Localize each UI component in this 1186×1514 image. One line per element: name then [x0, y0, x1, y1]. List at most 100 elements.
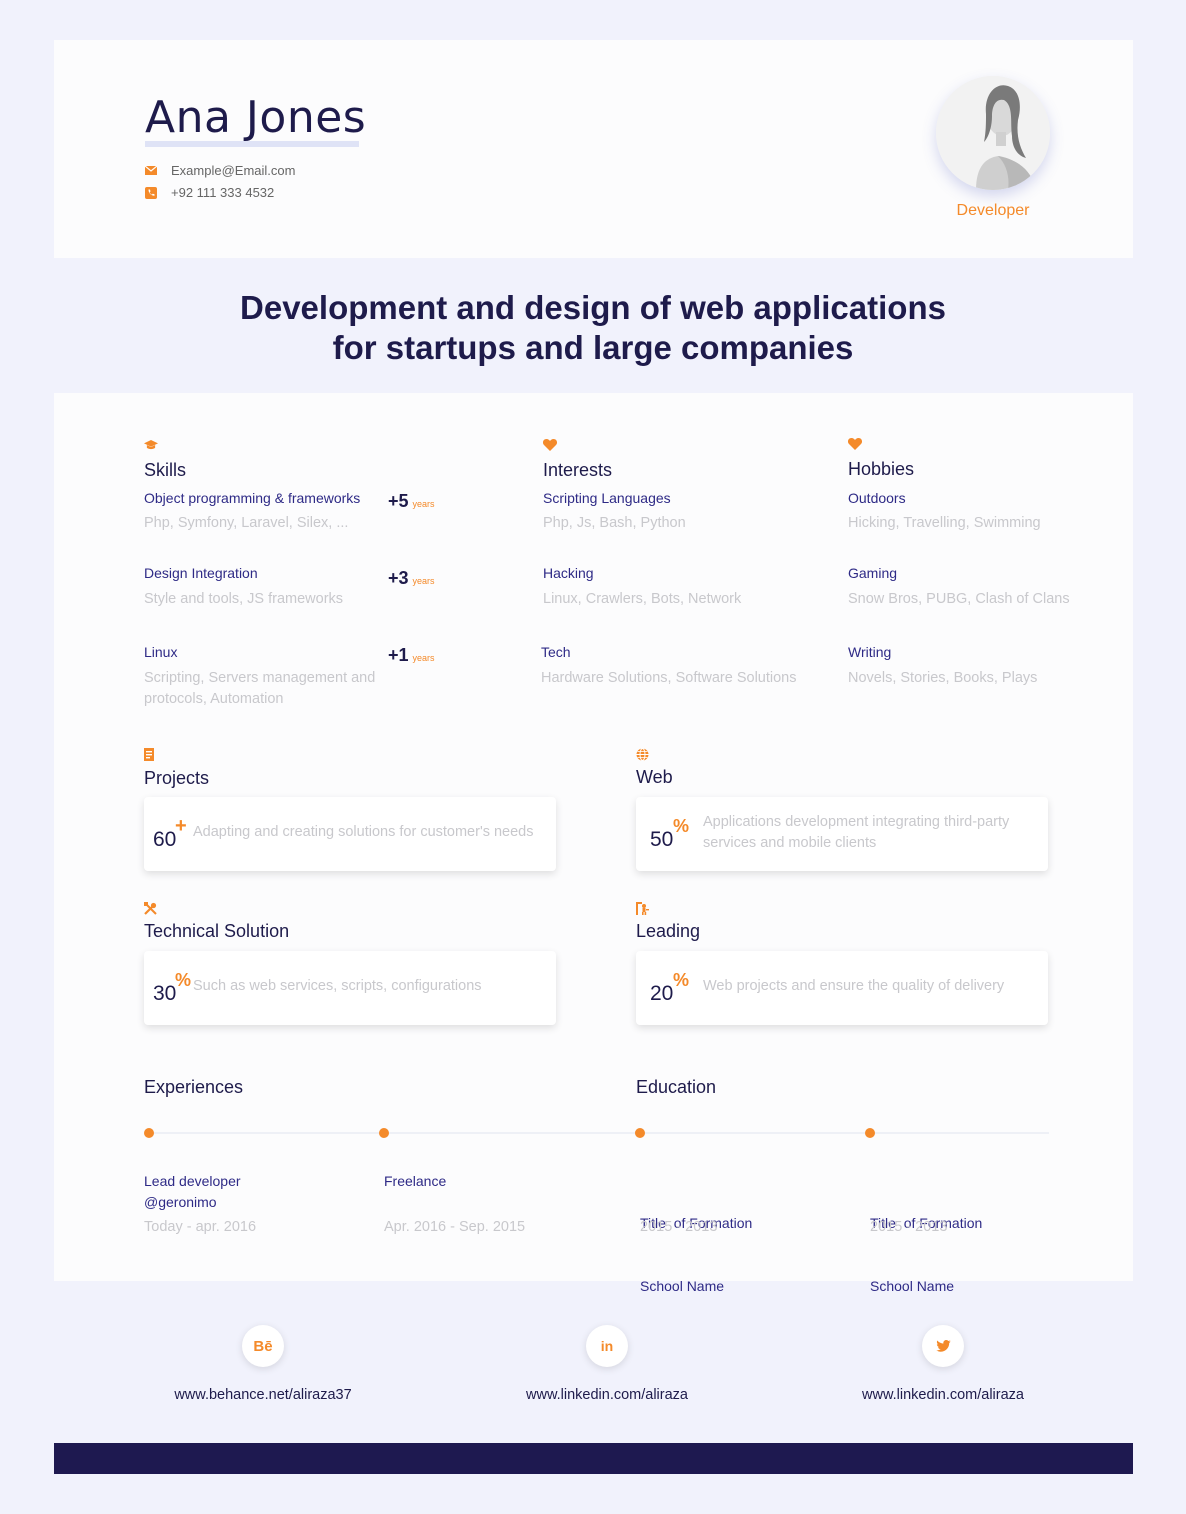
stat-text: Adapting and creating solutions for cust…: [193, 824, 534, 840]
experience-date: Apr. 2016 - Sep. 2015: [384, 1219, 526, 1235]
interest-desc: Linux, Crawlers, Bots, Network: [543, 591, 742, 607]
heart-icon: [847, 438, 863, 450]
email-row: Example@Email.com: [145, 163, 295, 178]
stat-symbol: %: [673, 970, 690, 990]
interest-desc: Hardware Solutions, Software Solutions: [541, 670, 797, 686]
stat-value: 50: [650, 828, 674, 851]
years-value: +3: [388, 568, 409, 588]
timeline-dot: [865, 1128, 875, 1138]
leader-icon: [636, 902, 649, 915]
tagline-line-1: Development and design of web applicatio…: [240, 289, 946, 326]
stat-symbol: +: [175, 815, 187, 837]
tagline: Development and design of web applicatio…: [0, 288, 1186, 368]
avatar: [936, 76, 1050, 190]
linkedin-link[interactable]: www.linkedin.com/aliraza: [477, 1387, 737, 1403]
document-icon: [144, 748, 154, 761]
hobby-title: Outdoors: [848, 490, 906, 506]
graduation-cap-icon: [144, 440, 158, 450]
skill-years: +5 years: [388, 491, 435, 512]
interest-title: Scripting Languages: [543, 490, 671, 506]
stat-symbol: %: [175, 970, 192, 990]
skills-title: Skills: [144, 460, 187, 480]
twitter-link[interactable]: www.linkedin.com/aliraza: [813, 1387, 1073, 1403]
hobby-desc: Novels, Stories, Books, Plays: [848, 670, 1038, 686]
experience-date: Today - apr. 2016: [144, 1219, 257, 1235]
hobbies-title: Hobbies: [848, 459, 915, 479]
timeline-dot: [379, 1128, 389, 1138]
hobby-title: Gaming: [848, 565, 898, 581]
experience-position: Freelance: [384, 1173, 447, 1189]
technical-solution-title: Technical Solution: [144, 921, 290, 941]
years-value: +1: [388, 645, 409, 665]
stat-text: Such as web services, scripts, configura…: [193, 978, 482, 994]
education-school: School Name: [870, 1278, 955, 1294]
years-label: years: [412, 499, 435, 509]
experience-company: @geronimo: [144, 1194, 217, 1210]
timeline-line: [149, 1132, 1049, 1134]
skill-years: +1 years: [388, 645, 435, 666]
email-text[interactable]: Example@Email.com: [171, 163, 295, 178]
behance-icon[interactable]: Bē: [242, 1325, 284, 1367]
skill-desc: Style and tools, JS frameworks: [144, 591, 344, 607]
web-card: 50 % Applications development integratin…: [636, 797, 1048, 871]
skill-title: Object programming & frameworks: [144, 490, 361, 506]
stat-text: Web projects and ensure the quality of d…: [703, 978, 1005, 994]
web-title: Web: [636, 767, 673, 787]
stat-symbol: %: [673, 816, 690, 836]
web-section: Web: [636, 748, 673, 788]
education-item: Title of Formation School Name: [870, 1171, 982, 1339]
experience-item: Lead developer @geronimo: [144, 1171, 241, 1213]
stat-text: Applications development integrating thi…: [703, 814, 1010, 851]
tools-icon: [144, 902, 157, 915]
skill-title: Design Integration: [144, 565, 258, 581]
interest-desc: Php, Js, Bash, Python: [543, 515, 686, 531]
experience-position: Lead developer: [144, 1173, 241, 1189]
footer-bar: [54, 1443, 1133, 1474]
timeline-dot: [635, 1128, 645, 1138]
behance-link[interactable]: www.behance.net/aliraza37: [133, 1387, 393, 1403]
education-date: 2015 - 2013: [640, 1219, 718, 1235]
skills-section: Skills: [144, 438, 186, 481]
hobby-desc: Hicking, Travelling, Swimming: [848, 515, 1041, 531]
resume-body: Skills Object programming & frameworks P…: [54, 393, 1133, 1294]
linkedin-icon[interactable]: in: [586, 1325, 628, 1367]
phone-row: +92 111 333 4532: [145, 185, 274, 200]
skill-years: +3 years: [388, 568, 435, 589]
stat-value: 20: [650, 982, 674, 1005]
skill-title: Linux: [144, 644, 178, 660]
leading-section: Leading: [636, 902, 700, 942]
leading-card: 20 % Web projects and ensure the quality…: [636, 951, 1048, 1025]
interests-title: Interests: [543, 460, 613, 480]
leading-title: Leading: [636, 921, 701, 941]
years-label: years: [412, 653, 435, 663]
resume-header: Ana Jones Example@Email.com +92 111 333 …: [54, 40, 1133, 258]
heart-icon: [542, 439, 558, 451]
experiences-title: Experiences: [144, 1077, 244, 1097]
education-date: 2015 - 2013: [870, 1219, 948, 1235]
interest-title: Hacking: [543, 565, 594, 581]
mail-icon: [145, 165, 157, 177]
hobbies-section: Hobbies: [847, 437, 915, 480]
stat-value: 60: [153, 828, 177, 851]
education-item: Title of Formation School Name: [640, 1171, 752, 1339]
twitter-icon[interactable]: [922, 1325, 964, 1367]
years-value: +5: [388, 491, 409, 511]
phone-text[interactable]: +92 111 333 4532: [171, 185, 274, 200]
name-underline: [145, 141, 359, 147]
job-role: Developer: [956, 202, 1030, 219]
projects-section: Projects: [144, 748, 209, 789]
person-name: Ana Jones: [145, 92, 367, 143]
technical-solution-card: 30 % Such as web services, scripts, conf…: [144, 951, 556, 1025]
projects-card: 60 + Adapting and creating solutions for…: [144, 797, 556, 871]
years-label: years: [412, 576, 435, 586]
phone-icon: [145, 186, 157, 199]
globe-icon: [636, 748, 649, 761]
stat-value: 30: [153, 982, 177, 1005]
experience-item: Freelance: [384, 1171, 446, 1192]
education-title: Education: [636, 1077, 717, 1097]
timeline-dot: [144, 1128, 154, 1138]
technical-solution-section: Technical Solution: [144, 902, 289, 942]
skill-desc: Php, Symfony, Laravel, Silex, ...: [144, 515, 349, 531]
hobby-title: Writing: [848, 644, 892, 660]
tagline-line-2: for startups and large companies: [332, 329, 854, 366]
